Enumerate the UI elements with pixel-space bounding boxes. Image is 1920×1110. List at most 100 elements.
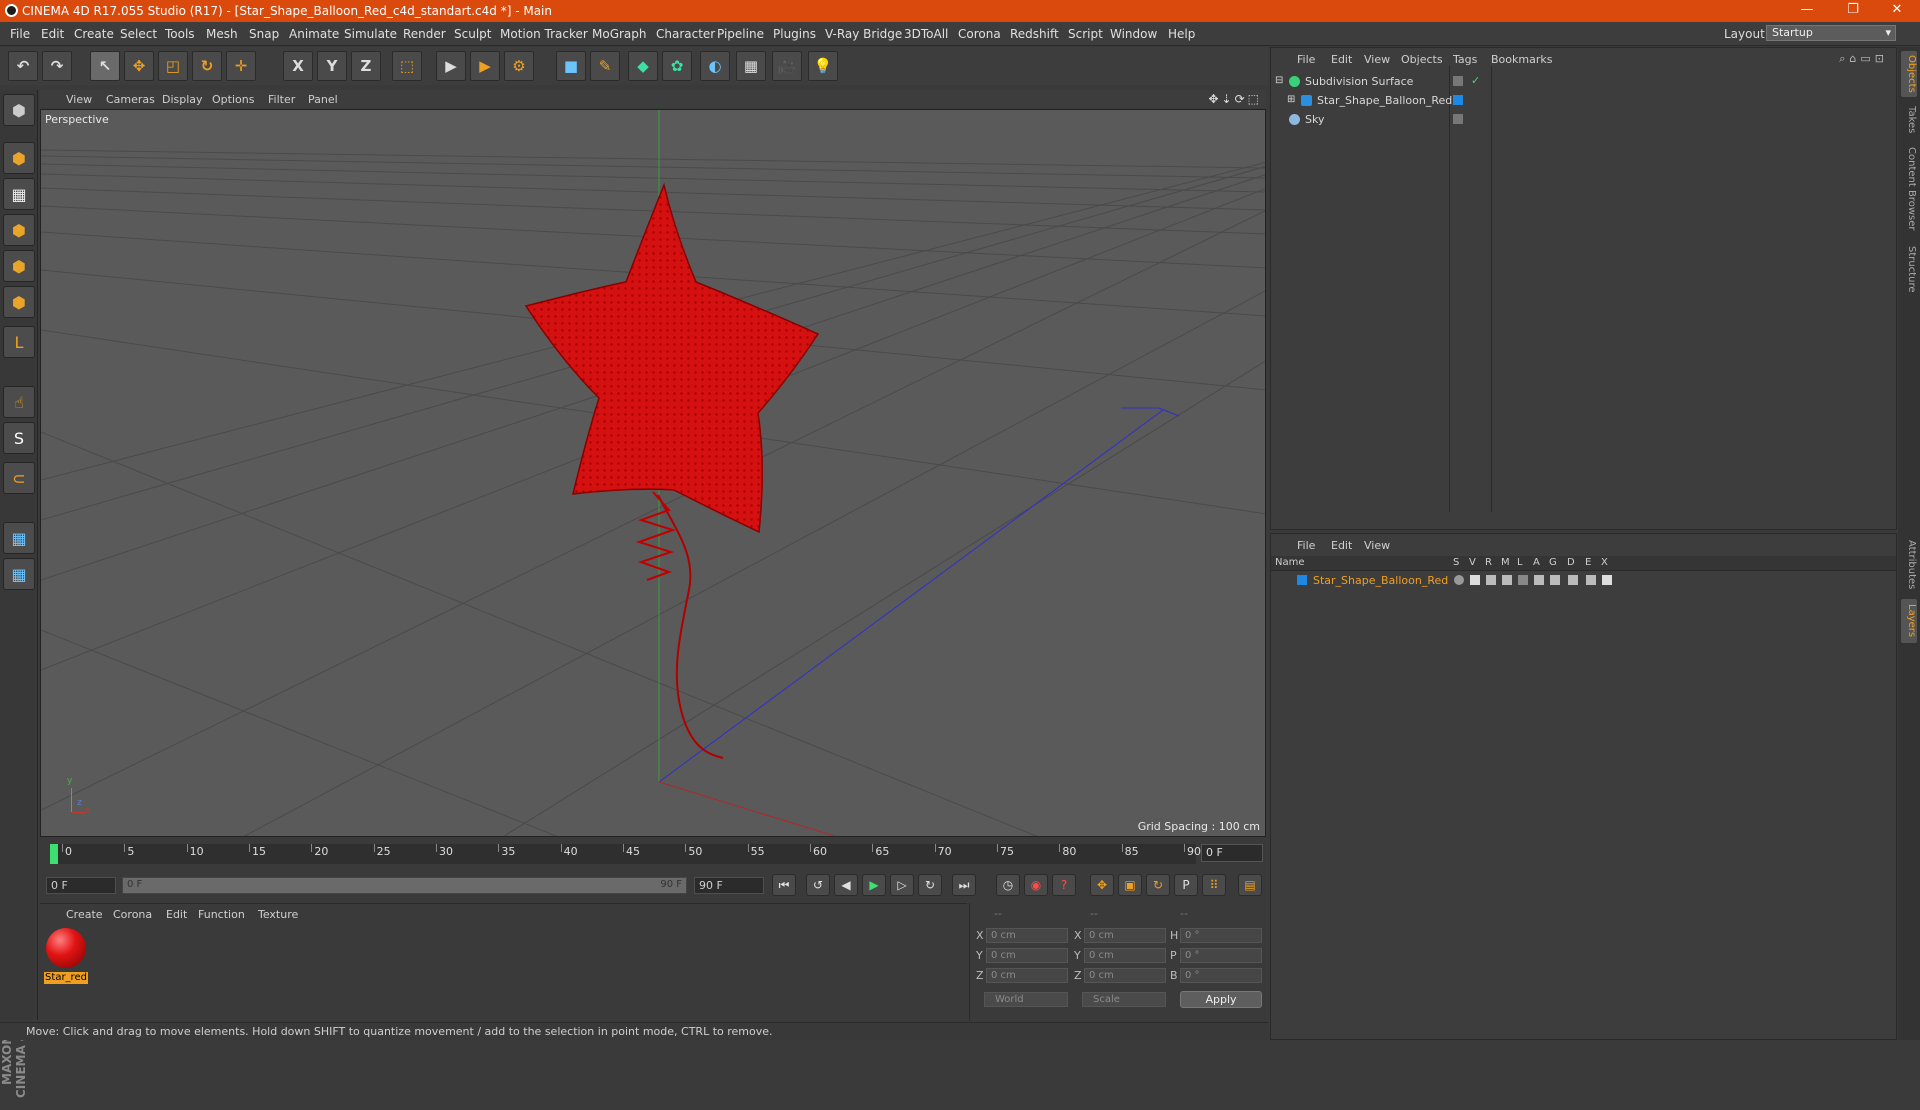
make-editable-button[interactable]: ⬢	[3, 94, 35, 126]
object-menu-view[interactable]: View	[1364, 53, 1390, 66]
go-to-end-button[interactable]: ⏭	[952, 874, 976, 896]
layer-col-render[interactable]: R	[1485, 557, 1492, 568]
viewport-menu-filter[interactable]: Filter	[268, 93, 295, 106]
light-object-button[interactable]: 💡	[808, 51, 838, 81]
apply-button[interactable]: Apply	[1180, 991, 1262, 1008]
tab-content-browser[interactable]: Content Browser	[1901, 143, 1917, 235]
key-position-button[interactable]: ✥	[1090, 874, 1114, 896]
layer-color-icon[interactable]	[1453, 95, 1463, 105]
tab-attributes[interactable]: Attributes	[1901, 535, 1917, 595]
timeline-window-button[interactable]: ▤	[1238, 874, 1262, 896]
layer-row[interactable]: Star_Shape_Balloon_Red	[1271, 572, 1896, 588]
layer-col-deformers[interactable]: D	[1567, 557, 1575, 568]
menu-snap[interactable]: Snap	[249, 27, 279, 41]
x-axis-button[interactable]: X	[283, 51, 313, 81]
z-axis-button[interactable]: Z	[351, 51, 381, 81]
key-scale-button[interactable]: ▣	[1118, 874, 1142, 896]
object-menu-bookmarks[interactable]: Bookmarks	[1491, 53, 1552, 66]
enabled-check-icon[interactable]: ✓	[1471, 74, 1480, 87]
viewport-menu-options[interactable]: Options	[212, 93, 254, 106]
tab-takes[interactable]: Takes	[1901, 103, 1917, 137]
expressions-toggle-icon[interactable]	[1586, 575, 1596, 585]
menu-mesh[interactable]: Mesh	[206, 27, 238, 41]
pen-spline-button[interactable]: ✎	[590, 51, 620, 81]
visibility-toggle-icon[interactable]	[1453, 76, 1463, 86]
position-y-field[interactable]: 0 cm	[986, 948, 1068, 963]
texture-mode-button[interactable]: ▦	[3, 178, 35, 210]
layer-col-xref[interactable]: X	[1601, 557, 1608, 568]
subdivision-surface-button[interactable]: ◆	[628, 51, 658, 81]
tweak-mode-button[interactable]: S	[3, 422, 35, 454]
menu-animate[interactable]: Animate	[289, 27, 339, 41]
cube-object-button[interactable]: ■	[556, 51, 586, 81]
layer-col-manager[interactable]: M	[1501, 557, 1510, 568]
layer-menu-view[interactable]: View	[1364, 539, 1390, 552]
menu-simulate[interactable]: Simulate	[344, 27, 397, 41]
key-pla-button[interactable]: ⠿	[1202, 874, 1226, 896]
preview-range-bar[interactable]: 0 F 90 F	[122, 877, 687, 894]
menu-plugins[interactable]: Plugins	[773, 27, 816, 41]
object-row-subdivision-surface[interactable]: ⊟ Subdivision Surface ✓	[1271, 72, 1896, 91]
workplane-align-button[interactable]: ▦	[3, 558, 35, 590]
menu-character[interactable]: Character	[656, 27, 715, 41]
position-x-field[interactable]: 0 cm	[986, 928, 1068, 943]
lock-toggle-icon[interactable]	[1518, 575, 1528, 585]
menu-motion-tracker[interactable]: Motion Tracker	[500, 27, 588, 41]
menu-help[interactable]: Help	[1168, 27, 1195, 41]
xref-toggle-icon[interactable]	[1602, 575, 1612, 585]
rotate-tool-button[interactable]: ↻	[192, 51, 222, 81]
manager-toggle-icon[interactable]	[1502, 575, 1512, 585]
next-key-button[interactable]: ↻	[918, 874, 942, 896]
menu-render[interactable]: Render	[403, 27, 446, 41]
move-tool-button[interactable]: ✥	[124, 51, 154, 81]
object-menu-file[interactable]: File	[1297, 53, 1315, 66]
menu-redshift[interactable]: Redshift	[1010, 27, 1059, 41]
restore-button[interactable]: ❐	[1830, 0, 1876, 22]
scale-tool-button[interactable]: ◰	[158, 51, 188, 81]
edges-mode-button[interactable]: ⬢	[3, 286, 35, 318]
workplane-lock-button[interactable]: ▦	[3, 522, 35, 554]
current-frame-field[interactable]: 0 F	[1201, 844, 1263, 862]
star-balloon[interactable]	[524, 182, 820, 534]
material-menu-edit[interactable]: Edit	[166, 908, 187, 921]
render-view-button[interactable]: ▶	[436, 51, 466, 81]
size-mode-dropdown[interactable]: Scale	[1082, 992, 1166, 1007]
axis-mode-button[interactable]: ☝	[3, 386, 35, 418]
next-frame-button[interactable]: ▷	[890, 874, 914, 896]
layer-col-generators[interactable]: G	[1549, 557, 1557, 568]
object-menu-objects[interactable]: Objects	[1401, 53, 1443, 66]
layer-col-view[interactable]: V	[1469, 557, 1476, 568]
menu-corona[interactable]: Corona	[958, 27, 1001, 41]
viewport-menu-panel[interactable]: Panel	[308, 93, 338, 106]
snapping-button[interactable]: ⊂	[3, 462, 35, 494]
live-selection-button[interactable]: ✛	[226, 51, 256, 81]
start-frame-field[interactable]: 0 F	[46, 877, 116, 894]
menu-script[interactable]: Script	[1068, 27, 1103, 41]
previous-key-button[interactable]: ↺	[806, 874, 830, 896]
key-rotation-button[interactable]: ↻	[1146, 874, 1170, 896]
menu-create[interactable]: Create	[74, 27, 114, 41]
go-to-start-button[interactable]: ⏮	[772, 874, 796, 896]
menu-mograph[interactable]: MoGraph	[592, 27, 647, 41]
object-row-star-balloon[interactable]: ⊞ Star_Shape_Balloon_Red	[1271, 91, 1896, 110]
layer-menu-file[interactable]: File	[1297, 539, 1315, 552]
record-keys-button[interactable]: ◉	[1024, 874, 1048, 896]
deformer-button[interactable]: ◐	[700, 51, 730, 81]
autokey-button[interactable]: ?	[1052, 874, 1076, 896]
polygons-mode-button[interactable]: L	[3, 326, 35, 358]
layer-col-name[interactable]: Name	[1275, 557, 1305, 568]
size-z-field[interactable]: 0 cm	[1084, 968, 1166, 983]
render-picture-viewer-button[interactable]: ▶	[470, 51, 500, 81]
end-frame-field[interactable]: 90 F	[694, 877, 764, 894]
generators-toggle-icon[interactable]	[1550, 575, 1560, 585]
redo-button[interactable]: ↷	[42, 51, 72, 81]
timeline-ruler[interactable]: 0 5 10 15 20 25 30 35 40 45 50 55 60 65 70 75 80 85 90	[50, 844, 1201, 864]
camera-object-button[interactable]: 🎥	[772, 51, 802, 81]
position-z-field[interactable]: 0 cm	[986, 968, 1068, 983]
deformers-toggle-icon[interactable]	[1568, 575, 1578, 585]
viewport-menu-cameras[interactable]: Cameras	[106, 93, 155, 106]
coordinate-system-button[interactable]: ⬚	[392, 51, 422, 81]
object-row-sky[interactable]: Sky	[1271, 110, 1896, 129]
key-parameter-button[interactable]: P	[1174, 874, 1198, 896]
menu-3dtoall[interactable]: 3DToAll	[904, 27, 948, 41]
